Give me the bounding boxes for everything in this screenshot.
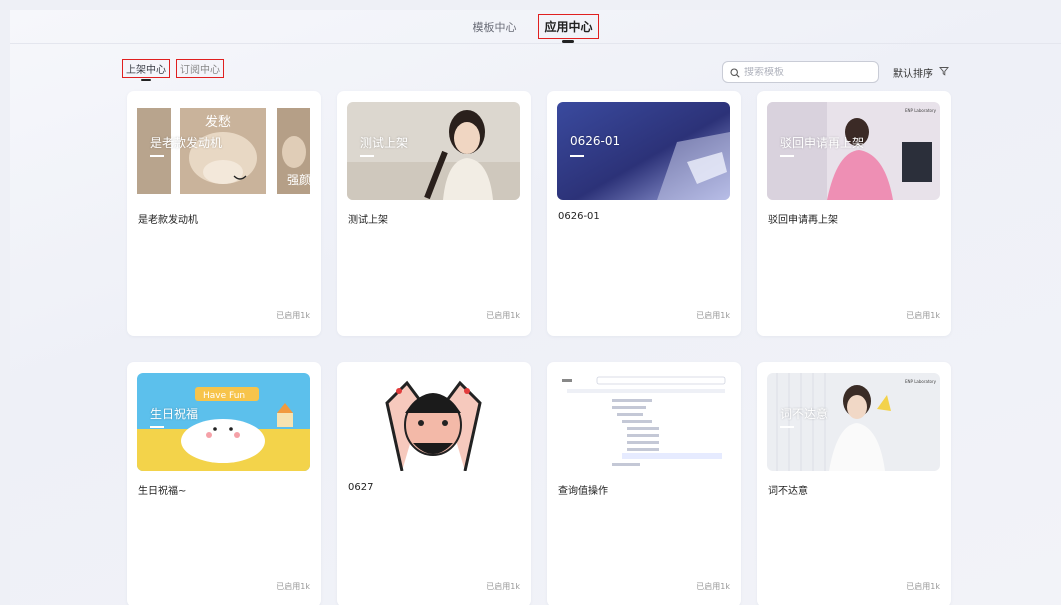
usage-count: 已启用1k — [696, 582, 730, 591]
svg-text:ENP Laboratory: ENP Laboratory — [905, 108, 937, 113]
app-card[interactable]: ENP Laboratory 驳回申请再上架 驳回申请再上架 已启用1k — [757, 91, 951, 336]
subtab-subscription-center[interactable]: 订阅中心 — [176, 59, 224, 78]
app-card[interactable]: 0627 已启用1k — [337, 362, 531, 605]
tab-template-center[interactable]: 模板中心 — [472, 19, 516, 35]
thumb-title: 是老款发动机 — [150, 136, 223, 150]
thumb-underline — [780, 426, 794, 428]
card-thumbnail: 测试上架 — [347, 102, 520, 200]
card-title: 是老款发动机 — [138, 215, 198, 226]
app-card[interactable]: Have Fun 生日祝福 生日祝福~ 已启用1k — [127, 362, 321, 605]
thumb-underline — [150, 426, 164, 428]
thumb-title: 0626-01 — [570, 134, 621, 148]
thumb-underline — [780, 155, 794, 157]
card-title: 测试上架 — [348, 215, 388, 226]
usage-count: 已启用1k — [276, 582, 310, 591]
usage-count: 已启用1k — [906, 582, 940, 591]
tab-app-center[interactable]: 应用中心 — [538, 14, 599, 39]
thumb-underline — [360, 155, 374, 157]
search-icon — [730, 63, 740, 82]
search-input[interactable] — [744, 66, 874, 78]
usage-count: 已启用1k — [486, 311, 520, 320]
subtab-listing-center[interactable]: 上架中心 — [122, 59, 170, 78]
sub-tabs: 上架中心 订阅中心 — [122, 59, 224, 78]
card-title: 词不达意 — [768, 486, 808, 497]
app-card[interactable]: 0626-01 0626-01 已启用1k — [547, 91, 741, 336]
card-title: 0627 — [348, 482, 374, 493]
svg-text:发愁: 发愁 — [205, 114, 231, 130]
card-title: 生日祝福~ — [138, 486, 187, 497]
card-title: 查询值操作 — [558, 486, 608, 497]
sort-label: 默认排序 — [893, 69, 933, 80]
card-thumbnail: ENP Laboratory 驳回申请再上架 — [767, 102, 940, 200]
usage-count: 已启用1k — [906, 311, 940, 320]
thumb-title: 生日祝福 — [150, 407, 199, 421]
card-thumbnail — [347, 373, 520, 471]
app-card[interactable]: 查询值操作 已启用1k — [547, 362, 741, 605]
search-box[interactable] — [722, 61, 879, 83]
svg-text:Have Fun: Have Fun — [203, 391, 245, 401]
app-card[interactable]: 发愁 强颜 是老款发动机 是老款发动机 已启用1k — [127, 91, 321, 336]
app-card[interactable]: ENP Laboratory 词不达意 词不达意 已启用1k — [757, 362, 951, 605]
card-title: 驳回申请再上架 — [768, 215, 838, 226]
thumb-title: 驳回申请再上架 — [780, 136, 865, 150]
thumb-title: 测试上架 — [360, 136, 409, 150]
usage-count: 已启用1k — [276, 311, 310, 320]
app-card[interactable]: 测试上架 测试上架 已启用1k — [337, 91, 531, 336]
thumb-underline — [570, 155, 584, 157]
usage-count: 已启用1k — [486, 582, 520, 591]
card-thumbnail: 发愁 强颜 是老款发动机 — [137, 102, 310, 200]
thumb-title: 词不达意 — [780, 407, 829, 421]
card-thumbnail — [557, 373, 730, 471]
card-thumbnail: ENP Laboratory 词不达意 — [767, 373, 940, 471]
card-thumbnail: 0626-01 — [557, 102, 730, 200]
sort-control[interactable]: 默认排序 — [893, 65, 949, 80]
svg-text:ENP Laboratory: ENP Laboratory — [905, 379, 937, 384]
usage-count: 已启用1k — [696, 311, 730, 320]
filter-icon — [939, 66, 949, 79]
thumb-underline — [150, 155, 164, 157]
card-thumbnail: Have Fun 生日祝福 — [137, 373, 310, 471]
app-card-grid: 发愁 强颜 是老款发动机 是老款发动机 已启用1k 测试上架 测试上架 已启用1… — [127, 91, 951, 605]
svg-text:强颜: 强颜 — [287, 172, 310, 187]
card-title: 0626-01 — [558, 211, 600, 222]
top-nav: 模板中心 应用中心 — [10, 10, 1061, 44]
